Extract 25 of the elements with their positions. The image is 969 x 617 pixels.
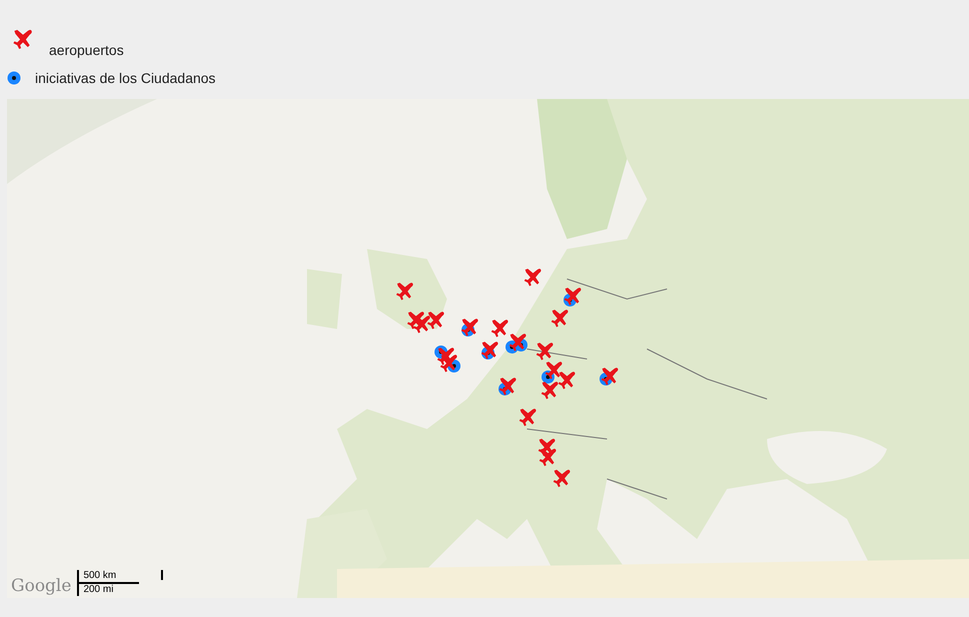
airplane-icon <box>557 370 577 390</box>
airplane-icon <box>395 281 415 301</box>
airplane-icon <box>600 366 620 386</box>
airplane-icon <box>490 318 510 338</box>
legend-label: iniciativas de los Ciudadanos <box>35 70 216 86</box>
airplane-icon <box>498 376 518 396</box>
airplane-icon <box>563 286 583 306</box>
airplane-icon <box>544 360 564 380</box>
google-logo: Google <box>11 576 72 596</box>
scale-bar: 500 km 200 mi <box>77 570 164 596</box>
airplane-icon <box>518 407 538 427</box>
dot-icon <box>7 71 21 85</box>
airplane-icon <box>540 380 560 400</box>
airplane-icon <box>550 308 570 328</box>
airplane-icon <box>426 310 446 330</box>
airplane-icon <box>480 340 500 360</box>
airplane-icon <box>535 341 555 361</box>
airplane-icon <box>552 468 572 488</box>
airplane-icon <box>538 447 558 467</box>
airplane-icon <box>12 28 34 50</box>
airplane-icon <box>460 317 480 337</box>
airplane-icon <box>412 314 432 334</box>
airplane-icon <box>439 353 459 373</box>
airplane-icon <box>523 267 543 287</box>
legend-label: aeropuertos <box>49 42 124 58</box>
